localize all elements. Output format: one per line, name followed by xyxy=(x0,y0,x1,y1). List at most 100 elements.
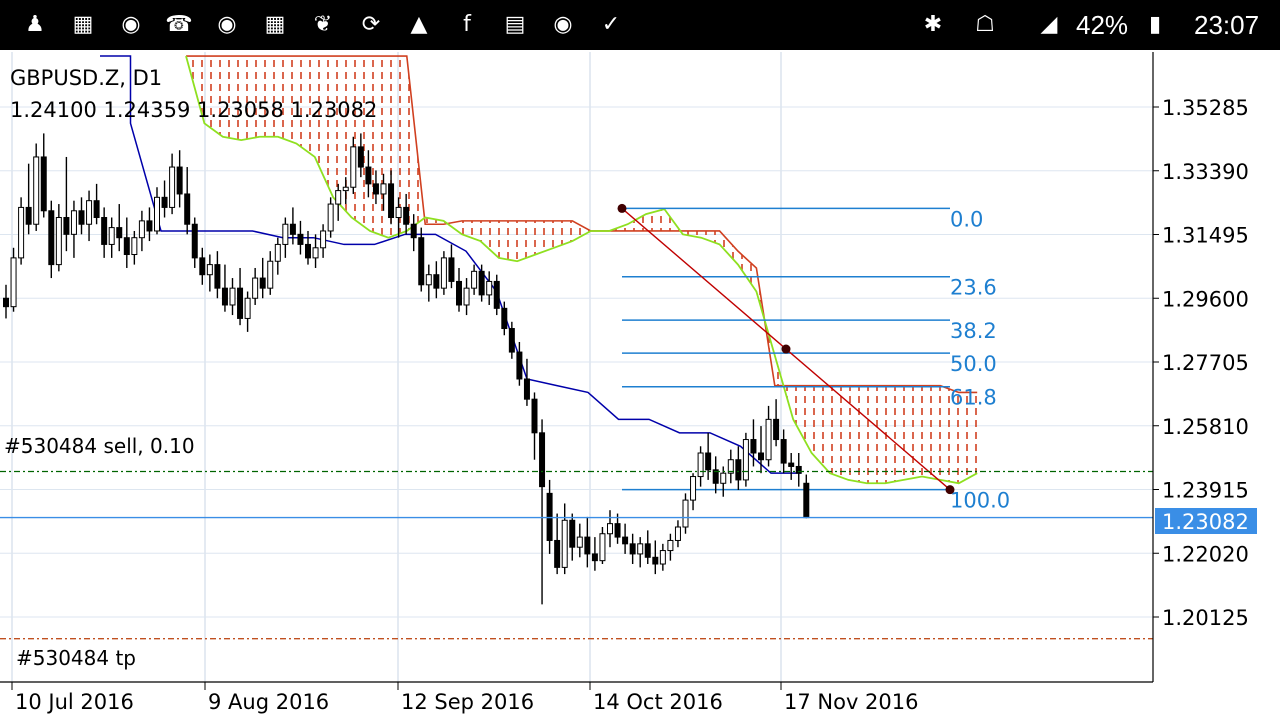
candle-body xyxy=(221,287,228,306)
wifi-icon: ☖ xyxy=(975,12,995,37)
candle-body xyxy=(788,462,795,467)
candle-body xyxy=(674,526,681,541)
sell-order-label: #530484 sell, 0.10 xyxy=(4,434,195,458)
candle-body xyxy=(652,556,659,565)
candle-body xyxy=(395,206,402,219)
candle-body xyxy=(63,217,70,235)
fib-level-label: 23.6 xyxy=(950,276,997,300)
candle-body xyxy=(471,270,478,289)
fib-anchor-end[interactable] xyxy=(945,485,955,495)
candle-body xyxy=(184,193,191,225)
candle-body xyxy=(214,264,221,289)
candle-body xyxy=(637,543,644,555)
candle-body xyxy=(274,243,281,262)
fib-level-label: 50.0 xyxy=(950,352,997,376)
bbm-icon: ▦ xyxy=(72,12,94,37)
candle-body xyxy=(508,328,515,353)
candle-body xyxy=(591,553,598,562)
candle-body xyxy=(40,156,47,212)
candle-body xyxy=(584,536,591,555)
candle-body xyxy=(70,210,77,235)
candle-body xyxy=(667,539,674,552)
candle-body xyxy=(614,523,621,538)
candle-body xyxy=(365,166,372,185)
candle-body xyxy=(78,210,85,225)
x-tick-label: 14 Oct 2016 xyxy=(593,690,723,714)
x-tick-label: 17 Nov 2016 xyxy=(784,690,919,714)
fib-level-label: 38.2 xyxy=(950,319,997,343)
candle-body xyxy=(569,519,576,548)
whatsapp-icon: ☎ xyxy=(165,12,193,37)
candle-body xyxy=(282,223,289,245)
candle-body xyxy=(380,183,387,195)
candle-body xyxy=(267,260,274,289)
chart-svg[interactable]: 0.0 23.6 38.2 50.0 61.8 100.0 1.35285 1.33390 1… xyxy=(0,50,1280,720)
x-tick-label: 9 Aug 2016 xyxy=(208,690,329,714)
candle-body xyxy=(478,270,485,296)
candle-body xyxy=(55,217,62,266)
candle-body xyxy=(146,220,153,232)
ohlc-label: 1.24100 1.24359 1.23058 1.23082 xyxy=(10,98,377,122)
y-tick-label: 1.25810 xyxy=(1162,415,1249,439)
candle-body xyxy=(123,237,130,256)
fib-level-label: 61.8 xyxy=(950,386,997,410)
candle-body xyxy=(350,146,357,188)
script-icon: ❦ xyxy=(313,12,333,37)
candle-body xyxy=(18,206,25,259)
candle-body xyxy=(108,227,115,245)
battery-percent: 42% xyxy=(1076,10,1129,40)
screen-rotate-icon: ⟳ xyxy=(361,12,381,37)
clipboard-icon: ▤ xyxy=(504,12,526,37)
candle-body xyxy=(576,536,583,548)
bluetooth-icon: ✱ xyxy=(923,12,943,37)
candle-body xyxy=(191,223,198,259)
messenger-icon: ◉ xyxy=(121,12,141,37)
candle-body xyxy=(750,439,757,454)
candle-body xyxy=(388,183,395,219)
candle-body xyxy=(154,196,160,232)
chart-area[interactable]: 0.0 23.6 38.2 50.0 61.8 100.0 1.35285 1.33390 1… xyxy=(0,50,1280,720)
candle-body xyxy=(690,476,697,501)
candle-body xyxy=(33,156,40,225)
messenger-icon: ◉ xyxy=(553,12,573,37)
candle-body xyxy=(682,499,689,528)
candle-body xyxy=(335,190,342,205)
candle-body xyxy=(259,277,266,289)
candle-body xyxy=(206,264,213,276)
fib-anchor-start[interactable] xyxy=(617,203,627,213)
candle-body xyxy=(169,166,176,208)
candle-body xyxy=(161,196,168,208)
candle-body xyxy=(3,297,9,308)
candle-body xyxy=(176,166,183,195)
fib-anchor-mid[interactable] xyxy=(781,344,791,354)
tp-order-label: #530484 tp xyxy=(16,646,136,670)
candle-body xyxy=(327,203,334,232)
candle-body xyxy=(312,247,319,259)
fib-level-label: 100.0 xyxy=(950,489,1010,513)
candle-body xyxy=(320,230,327,249)
candle-body xyxy=(735,459,742,481)
candle-body xyxy=(463,287,470,306)
signal-icon: ◢ xyxy=(1040,12,1058,37)
candle-body xyxy=(131,237,138,256)
candle-body xyxy=(433,274,440,289)
candle-body xyxy=(622,536,629,545)
candle-body xyxy=(659,550,666,565)
candle-body xyxy=(456,280,462,306)
y-tick-label: 1.35285 xyxy=(1162,96,1249,120)
candle-body xyxy=(244,297,251,319)
candle-body xyxy=(448,257,455,282)
candle-body xyxy=(289,223,296,235)
y-tick-label: 1.20125 xyxy=(1162,606,1249,630)
x-tick-label: 12 Sep 2016 xyxy=(401,690,534,714)
candle-body xyxy=(773,418,780,441)
current-price-value: 1.23082 xyxy=(1162,510,1249,534)
candle-body xyxy=(425,274,432,286)
candle-body xyxy=(539,432,546,488)
bbm-icon: ▦ xyxy=(264,12,286,37)
clock: 23:07 xyxy=(1194,10,1260,40)
symbol-label: GBPUSD.Z, D1 xyxy=(10,66,162,90)
candle-body xyxy=(493,280,500,309)
candle-body xyxy=(554,539,561,568)
candle-body xyxy=(229,287,236,306)
